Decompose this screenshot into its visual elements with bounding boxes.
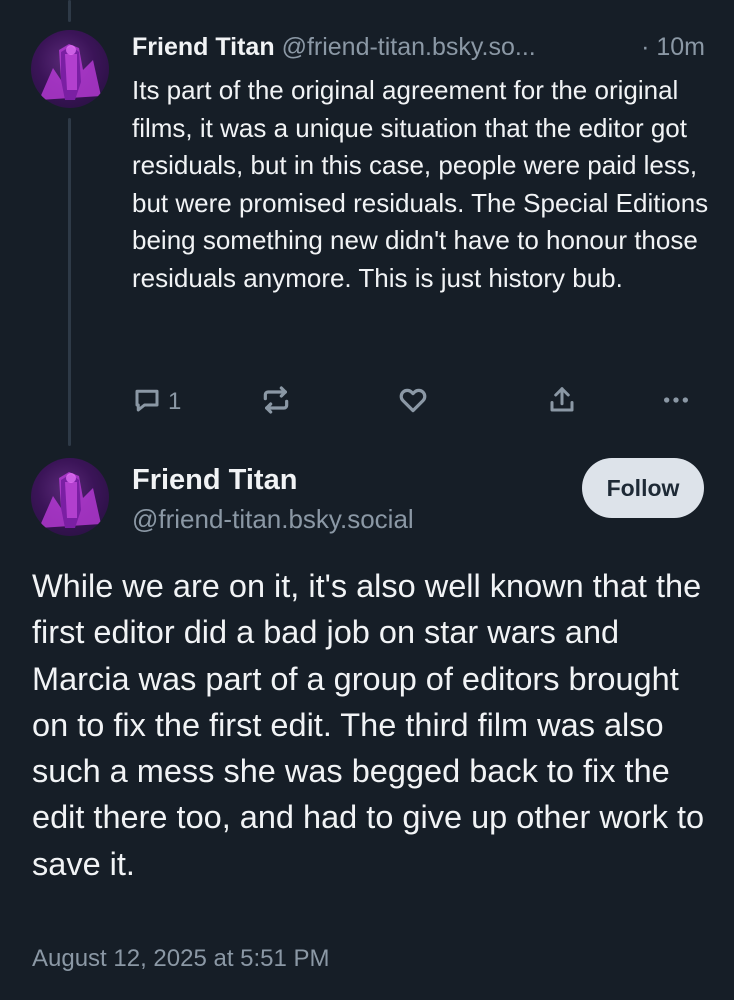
post-actions: 1 <box>132 382 707 422</box>
follow-button[interactable]: Follow <box>582 458 704 518</box>
heart-icon <box>397 384 429 421</box>
post-text: While we are on it, it's also well known… <box>32 568 705 882</box>
author-handle[interactable]: @friend-titan.bsky.so... <box>282 33 536 61</box>
share-upload-icon <box>547 385 577 420</box>
share-button[interactable] <box>547 382 577 422</box>
post-time: · 10m <box>641 33 705 61</box>
reply-header: Friend Titan @friend-titan.bsky.so... · … <box>132 30 707 64</box>
repost-arrows-icon <box>260 384 292 421</box>
speech-bubble-icon <box>132 385 162 420</box>
thread-line <box>68 0 71 22</box>
author-name[interactable]: Friend Titan <box>132 33 275 61</box>
post-timestamp: August 12, 2025 at 5:51 PM <box>32 945 330 972</box>
repost-button[interactable] <box>260 382 292 422</box>
author-name[interactable]: Friend Titan <box>132 462 297 498</box>
more-options-button[interactable] <box>660 382 692 422</box>
author-handle[interactable]: @friend-titan.bsky.social <box>132 502 414 536</box>
like-button[interactable] <box>397 382 429 422</box>
thread-line <box>68 118 71 446</box>
reply-text: Its part of the original agreement for t… <box>132 75 709 293</box>
more-dots-icon <box>660 384 692 421</box>
avatar[interactable] <box>31 30 109 108</box>
reply-button[interactable]: 1 <box>132 382 181 422</box>
reply-count: 1 <box>168 388 182 415</box>
avatar[interactable] <box>31 458 109 536</box>
